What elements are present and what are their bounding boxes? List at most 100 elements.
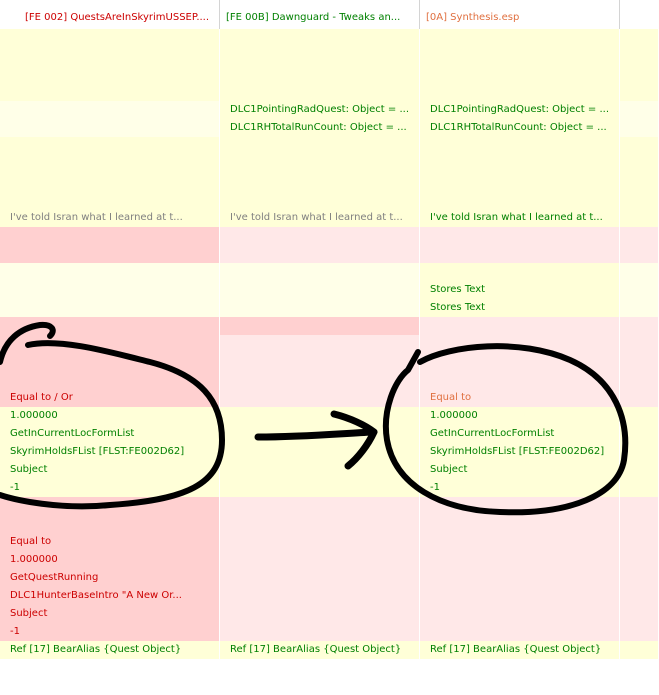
table-cell[interactable] <box>420 317 620 335</box>
table-cell[interactable] <box>620 677 659 695</box>
table-cell[interactable] <box>0 173 220 191</box>
table-row[interactable]: I've told Isran what I learned at t... I'… <box>0 209 659 227</box>
table-cell[interactable] <box>620 605 659 623</box>
table-cell[interactable] <box>0 137 220 155</box>
table-cell[interactable] <box>420 353 620 371</box>
table-cell[interactable] <box>0 227 220 245</box>
table-row[interactable] <box>0 191 659 209</box>
table-cell[interactable] <box>220 497 420 515</box>
table-cell[interactable] <box>0 245 220 263</box>
table-cell[interactable] <box>0 335 220 353</box>
table-cell[interactable] <box>620 389 659 407</box>
table-cell[interactable] <box>620 119 659 137</box>
table-cell[interactable] <box>420 137 620 155</box>
table-cell[interactable] <box>220 533 420 551</box>
table-cell[interactable] <box>420 371 620 389</box>
table-row[interactable]: DLC1RHTotalRunCount: Object = ... DLC1RHT… <box>0 119 659 138</box>
table-cell[interactable] <box>220 29 420 47</box>
table-cell[interactable]: I've told Isran what I learned at t... <box>0 209 220 227</box>
table-row[interactable] <box>0 497 659 515</box>
table-cell[interactable]: Subject <box>420 461 620 479</box>
table-row[interactable]: GetInCurrentLocFormList GetInCurrentLocFo… <box>0 425 659 443</box>
table-cell[interactable] <box>420 551 620 569</box>
table-cell[interactable] <box>220 155 420 173</box>
table-cell[interactable]: SkyrimHoldsFList [FLST:FE002D62] <box>420 443 620 461</box>
table-cell[interactable] <box>620 551 659 569</box>
table-cell[interactable] <box>0 317 220 335</box>
table-cell[interactable] <box>420 569 620 587</box>
table-cell[interactable] <box>0 83 220 101</box>
table-cell[interactable]: Ref [17] BearAlias {Quest Object} <box>220 641 420 659</box>
table-cell[interactable] <box>0 29 220 47</box>
table-row[interactable] <box>0 677 659 695</box>
table-cell[interactable]: DLC1RHTotalRunCount: Object = ... <box>420 119 620 137</box>
table-cell[interactable] <box>220 407 420 425</box>
table-cell[interactable] <box>620 461 659 479</box>
table-cell[interactable] <box>220 371 420 389</box>
table-cell[interactable] <box>420 47 620 65</box>
table-cell[interactable] <box>220 281 420 299</box>
table-row[interactable] <box>0 137 659 155</box>
table-row[interactable]: GetQuestRunning <box>0 569 659 587</box>
table-cell[interactable] <box>620 281 659 299</box>
table-row[interactable] <box>0 659 659 677</box>
table-cell[interactable] <box>420 335 620 353</box>
table-cell[interactable] <box>420 245 620 263</box>
table-cell[interactable] <box>0 299 220 317</box>
table-cell[interactable] <box>620 47 659 65</box>
table-cell[interactable] <box>620 533 659 551</box>
table-cell[interactable] <box>220 173 420 191</box>
table-cell[interactable]: I've told Isran what I learned at t... <box>420 209 620 227</box>
table-row[interactable]: DLC1HunterBaseIntro "A New Or... <box>0 587 659 605</box>
table-cell[interactable] <box>220 353 420 371</box>
table-cell[interactable] <box>420 497 620 515</box>
table-row[interactable] <box>0 515 659 533</box>
table-cell[interactable]: -1 <box>420 479 620 497</box>
table-cell[interactable] <box>620 335 659 353</box>
table-cell[interactable] <box>0 659 220 677</box>
table-cell[interactable] <box>620 479 659 497</box>
table-cell[interactable] <box>0 353 220 371</box>
table-cell[interactable] <box>620 245 659 263</box>
table-cell[interactable]: Stores Text <box>420 299 620 317</box>
table-cell[interactable]: GetInCurrentLocFormList <box>0 425 220 443</box>
table-cell[interactable]: -1 <box>0 623 220 641</box>
table-cell[interactable] <box>620 191 659 209</box>
table-row[interactable]: Stores Text <box>0 281 659 299</box>
table-cell[interactable] <box>620 155 659 173</box>
table-cell[interactable] <box>620 353 659 371</box>
table-cell[interactable] <box>220 479 420 497</box>
table-row[interactable] <box>0 227 659 245</box>
table-cell[interactable] <box>420 605 620 623</box>
table-row[interactable]: Subject Subject <box>0 461 659 479</box>
table-cell[interactable] <box>420 155 620 173</box>
table-cell[interactable] <box>620 407 659 425</box>
column-header-quests-are-in-skyrim[interactable]: [FE 002] QuestsAreInSkyrimUSSEP.... <box>19 0 220 29</box>
table-cell[interactable]: -1 <box>0 479 220 497</box>
table-cell[interactable] <box>420 623 620 641</box>
table-cell[interactable] <box>0 119 220 137</box>
table-cell[interactable]: DLC1HunterBaseIntro "A New Or... <box>0 587 220 605</box>
table-cell[interactable]: Equal to <box>420 389 620 407</box>
table-cell[interactable] <box>420 659 620 677</box>
table-cell[interactable] <box>420 173 620 191</box>
table-cell[interactable] <box>220 389 420 407</box>
table-cell[interactable] <box>620 137 659 155</box>
table-cell[interactable]: Stores Text <box>420 281 620 299</box>
table-cell[interactable] <box>420 29 620 47</box>
table-row[interactable]: 1.000000 <box>0 551 659 569</box>
table-cell[interactable] <box>420 227 620 245</box>
table-cell[interactable] <box>220 245 420 263</box>
table-cell[interactable] <box>420 533 620 551</box>
table-row[interactable]: Equal to <box>0 533 659 551</box>
table-cell[interactable]: DLC1PointingRadQuest: Object = ... <box>220 101 420 119</box>
table-cell[interactable] <box>620 425 659 443</box>
table-cell[interactable] <box>620 587 659 605</box>
table-cell[interactable] <box>220 425 420 443</box>
table-row[interactable] <box>0 65 659 83</box>
table-cell[interactable] <box>220 677 420 695</box>
table-cell[interactable] <box>420 263 620 281</box>
table-cell[interactable] <box>620 497 659 515</box>
table-cell[interactable] <box>620 623 659 641</box>
table-row[interactable] <box>0 83 659 101</box>
